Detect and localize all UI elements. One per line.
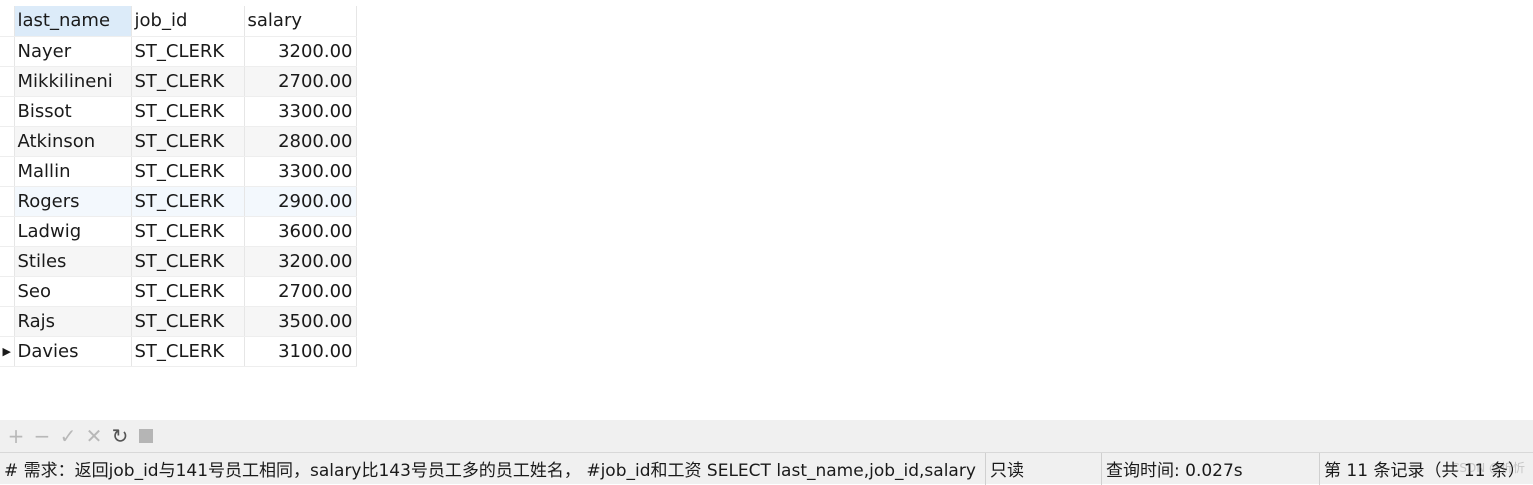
cell-last-name[interactable]: Rogers xyxy=(14,186,132,217)
table-row[interactable]: Mikkilineni ST_CLERK 2700.00 xyxy=(0,66,357,97)
row-indicator xyxy=(0,126,15,157)
column-header-last-name[interactable]: last_name xyxy=(14,6,132,37)
cell-last-name[interactable]: Davies xyxy=(14,336,132,367)
cell-salary[interactable]: 3600.00 xyxy=(244,216,357,247)
check-icon[interactable]: ✓ xyxy=(56,424,80,448)
cell-last-name[interactable]: Seo xyxy=(14,276,132,307)
table-row[interactable]: Seo ST_CLERK 2700.00 xyxy=(0,276,357,307)
minus-icon[interactable]: − xyxy=(30,424,54,448)
table-row[interactable]: Nayer ST_CLERK 3200.00 xyxy=(0,36,357,67)
stop-icon xyxy=(139,429,153,443)
column-header-salary[interactable]: salary xyxy=(244,6,357,37)
cell-job-id[interactable]: ST_CLERK xyxy=(131,336,245,367)
table-row[interactable]: Rogers ST_CLERK 2900.00 xyxy=(0,186,357,217)
cell-job-id[interactable]: ST_CLERK xyxy=(131,126,245,157)
table-row[interactable]: Bissot ST_CLERK 3300.00 xyxy=(0,96,357,127)
cell-salary[interactable]: 2800.00 xyxy=(244,126,357,157)
status-record-count: 第 11 条记录（共 11 条） CSDN @忻忻 xyxy=(1320,453,1533,485)
cell-salary[interactable]: 3300.00 xyxy=(244,156,357,187)
table-row[interactable]: Mallin ST_CLERK 3300.00 xyxy=(0,156,357,187)
cell-job-id[interactable]: ST_CLERK xyxy=(131,186,245,217)
row-indicator xyxy=(0,306,15,337)
table-row[interactable]: Ladwig ST_CLERK 3600.00 xyxy=(0,216,357,247)
cell-salary[interactable]: 2700.00 xyxy=(244,276,357,307)
cell-job-id[interactable]: ST_CLERK xyxy=(131,276,245,307)
row-indicator xyxy=(0,96,15,127)
cell-job-id[interactable]: ST_CLERK xyxy=(131,66,245,97)
row-indicator xyxy=(0,276,15,307)
header-row: last_name job_id salary xyxy=(0,6,357,37)
status-query-time: 查询时间: 0.027s xyxy=(1102,452,1320,485)
row-indicator xyxy=(0,66,15,97)
cell-last-name[interactable]: Ladwig xyxy=(14,216,132,247)
refresh-icon[interactable]: ↻ xyxy=(108,424,132,448)
column-header-job-id[interactable]: job_id xyxy=(131,6,245,37)
status-bar: # 需求：返回job_id与141号员工相同，salary比143号员工多的员工… xyxy=(0,452,1533,485)
status-readonly: 只读 xyxy=(986,452,1102,485)
grid-toolbar: + − ✓ ✕ ↻ xyxy=(0,420,1533,452)
row-indicator xyxy=(0,186,15,217)
row-indicator xyxy=(0,36,15,67)
cell-last-name[interactable]: Bissot xyxy=(14,96,132,127)
row-indicator xyxy=(0,156,15,187)
stop-button[interactable] xyxy=(134,424,158,448)
cell-salary[interactable]: 3200.00 xyxy=(244,246,357,277)
row-indicator xyxy=(0,216,15,247)
cell-job-id[interactable]: ST_CLERK xyxy=(131,246,245,277)
cell-last-name[interactable]: Nayer xyxy=(14,36,132,67)
table-row[interactable]: Atkinson ST_CLERK 2800.00 xyxy=(0,126,357,157)
cell-salary[interactable]: 3500.00 xyxy=(244,306,357,337)
cell-job-id[interactable]: ST_CLERK xyxy=(131,216,245,247)
result-grid: last_name job_id salary Nayer ST_CLERK 320… xyxy=(0,0,1533,420)
watermark: CSDN @忻忻 xyxy=(1450,460,1525,475)
cell-job-id[interactable]: ST_CLERK xyxy=(131,36,245,67)
cell-last-name[interactable]: Stiles xyxy=(14,246,132,277)
cell-salary[interactable]: 2700.00 xyxy=(244,66,357,97)
status-sql-text: # 需求：返回job_id与141号员工相同，salary比143号员工多的员工… xyxy=(0,452,986,485)
cell-last-name[interactable]: Mikkilineni xyxy=(14,66,132,97)
cell-salary[interactable]: 3300.00 xyxy=(244,96,357,127)
row-indicator-header xyxy=(0,6,15,37)
row-indicator xyxy=(0,246,15,277)
cell-salary[interactable]: 2900.00 xyxy=(244,186,357,217)
cell-job-id[interactable]: ST_CLERK xyxy=(131,96,245,127)
cell-job-id[interactable]: ST_CLERK xyxy=(131,306,245,337)
cell-last-name[interactable]: Rajs xyxy=(14,306,132,337)
plus-icon[interactable]: + xyxy=(4,424,28,448)
current-row-indicator-icon: ▶ xyxy=(0,336,15,367)
cell-last-name[interactable]: Atkinson xyxy=(14,126,132,157)
table-row[interactable]: ▶ Davies ST_CLERK 3100.00 xyxy=(0,336,357,367)
cell-salary[interactable]: 3100.00 xyxy=(244,336,357,367)
table-row[interactable]: Rajs ST_CLERK 3500.00 xyxy=(0,306,357,337)
table-row[interactable]: Stiles ST_CLERK 3200.00 xyxy=(0,246,357,277)
cell-last-name[interactable]: Mallin xyxy=(14,156,132,187)
x-icon[interactable]: ✕ xyxy=(82,424,106,448)
result-table: last_name job_id salary Nayer ST_CLERK 320… xyxy=(0,6,357,367)
cell-job-id[interactable]: ST_CLERK xyxy=(131,156,245,187)
cell-salary[interactable]: 3200.00 xyxy=(244,36,357,67)
